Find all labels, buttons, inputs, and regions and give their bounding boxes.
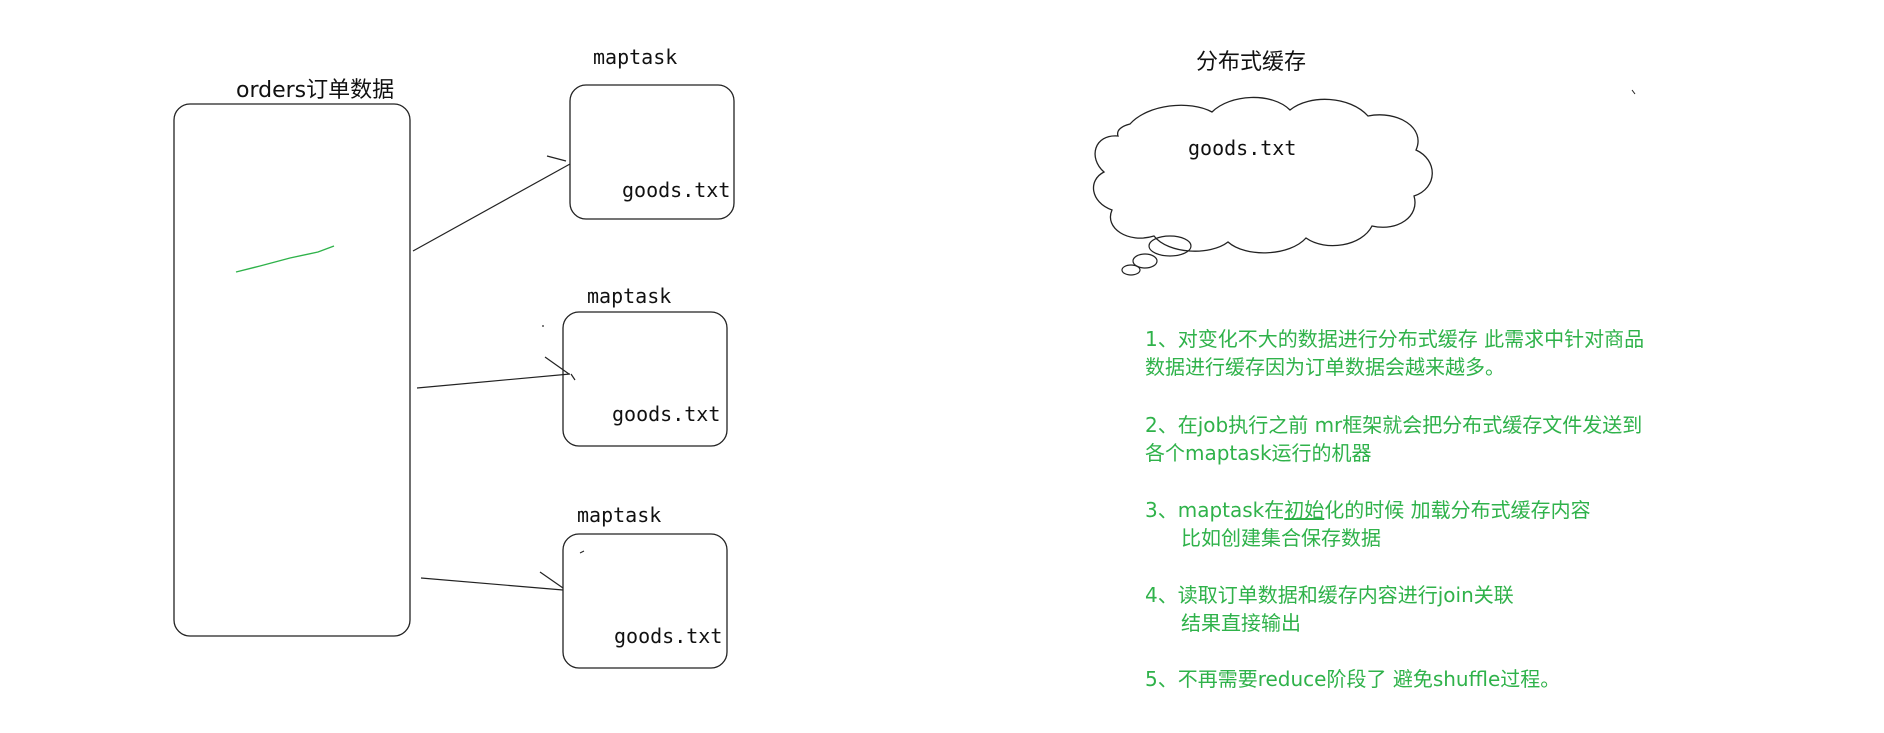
green-scribble [235, 245, 335, 273]
arrow-to-maptask-2 [416, 356, 576, 389]
note-1: 1、对变化不大的数据进行分布式缓存 此需求中针对商品 数据进行缓存因为订单数据会… [1145, 325, 1644, 381]
stray-mark [579, 550, 585, 554]
maptask-file-1: goods.txt [622, 178, 731, 202]
maptask-title-3: maptask [577, 503, 662, 527]
note-3-line-2: 比如创建集合保存数据 [1181, 526, 1381, 550]
cache-file: goods.txt [1188, 136, 1297, 160]
cache-title: 分布式缓存 [1196, 50, 1307, 75]
orders-label: orders订单数据 [236, 78, 395, 103]
cache-cloud [1093, 96, 1433, 254]
orders-box [173, 103, 411, 637]
maptask-title-1: maptask [593, 45, 678, 69]
note-3: 3、maptask在初始化的时候 加载分布式缓存内容 比如创建集合保存数据 [1145, 496, 1591, 552]
note-1-line-2: 数据进行缓存因为订单数据会越来越多。 [1145, 355, 1505, 379]
note-2: 2、在job执行之前 mr框架就会把分布式缓存文件发送到 各个maptask运行… [1145, 411, 1642, 467]
note-2-line-1: 2、在job执行之前 mr框架就会把分布式缓存文件发送到 [1145, 413, 1643, 437]
arrow-to-maptask-3 [420, 571, 564, 591]
maptask-file-3: goods.txt [614, 624, 723, 648]
maptask-file-2: goods.txt [612, 402, 721, 426]
note-2-line-2: 各个maptask运行的机器 [1145, 441, 1372, 465]
stray-mark [542, 325, 544, 327]
cloud-bubble-small [1121, 264, 1141, 276]
cloud-bubble-large [1148, 235, 1192, 257]
note-3-underlined: 初始 [1284, 498, 1325, 522]
note-5-line-1: 5、不再需要reduce阶段了 避免shuffle过程。 [1145, 667, 1561, 691]
note-4-line-2: 结果直接输出 [1181, 611, 1301, 635]
stray-mark [1631, 89, 1636, 95]
arrow-to-maptask-1 [412, 155, 571, 252]
note-1-line-1: 1、对变化不大的数据进行分布式缓存 此需求中针对商品 [1145, 327, 1645, 351]
note-4-line-1: 4、读取订单数据和缓存内容进行join关联 [1145, 583, 1514, 607]
note-3-prefix: 3、maptask在 [1145, 498, 1285, 522]
note-4: 4、读取订单数据和缓存内容进行join关联 结果直接输出 [1145, 581, 1514, 637]
note-3-line-1: 3、maptask在初始化的时候 加载分布式缓存内容 [1145, 496, 1591, 524]
note-3-suffix: 化的时候 加载分布式缓存内容 [1324, 498, 1591, 522]
maptask-title-2: maptask [587, 284, 672, 308]
note-5: 5、不再需要reduce阶段了 避免shuffle过程。 [1145, 665, 1560, 693]
